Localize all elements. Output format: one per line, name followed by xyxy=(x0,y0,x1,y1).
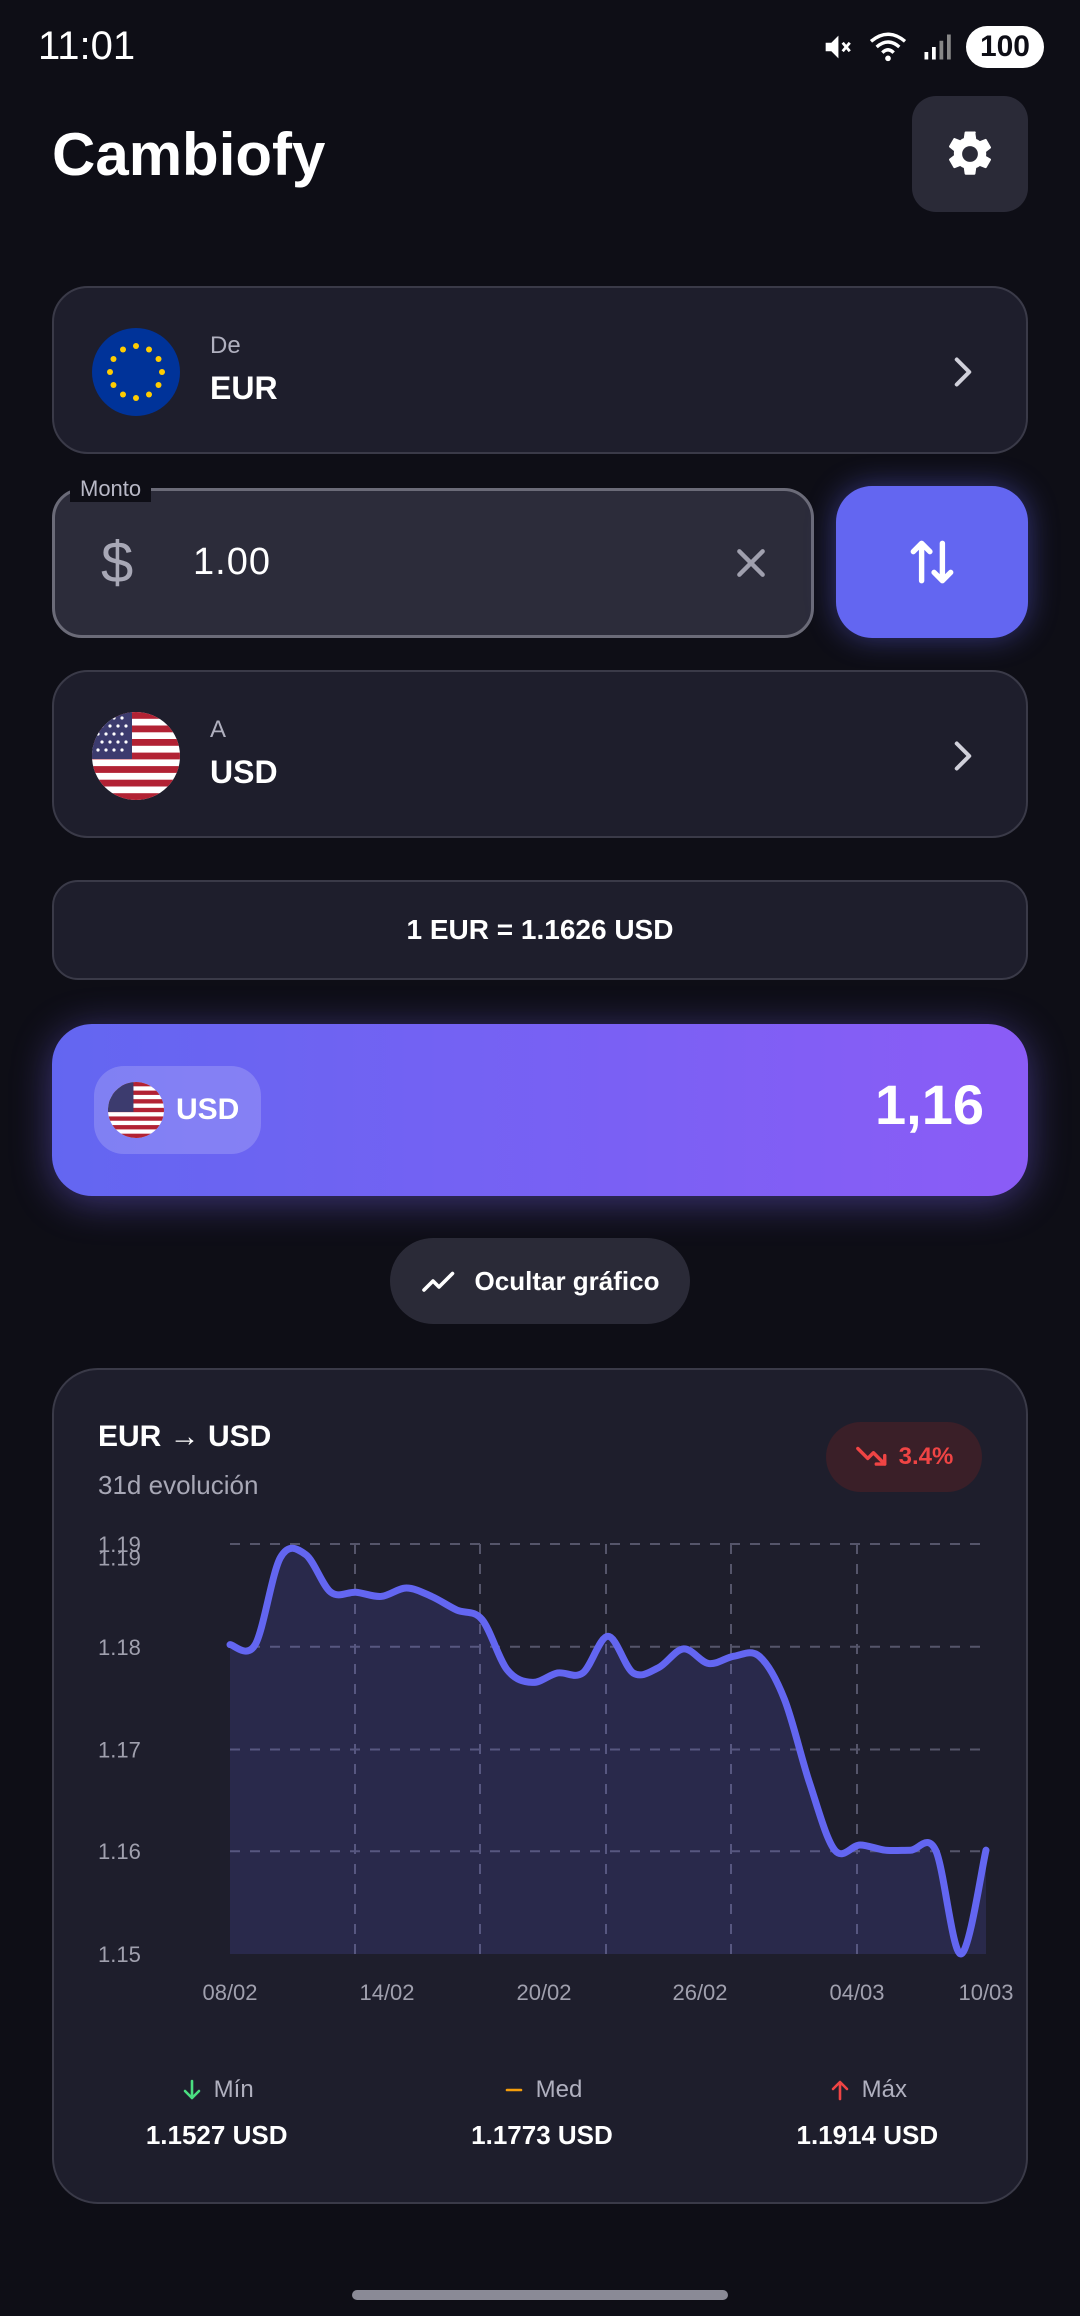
result-currency-code: USD xyxy=(176,1093,240,1126)
x-tick-label: 04/03 xyxy=(829,1980,884,2005)
gear-icon xyxy=(949,131,992,175)
y-tick-label: 1.19 xyxy=(98,1546,141,1571)
chart-stats: Mín 1.1527 USD Med 1.1773 USD Máx 1.1914… xyxy=(54,2070,1030,2170)
stat-max-label: Máx xyxy=(861,2076,907,2103)
hide-chart-label: Ocultar gráfico xyxy=(474,1265,660,1296)
dollar-icon: $ xyxy=(101,530,134,595)
clear-icon[interactable] xyxy=(731,543,771,583)
amount-label: Monto xyxy=(70,476,152,502)
stat-min-label: Mín xyxy=(213,2076,254,2103)
y-tick-label: 1.18 xyxy=(98,1635,141,1660)
result-currency-chip: USD xyxy=(94,1066,262,1154)
chevron-right-icon xyxy=(954,357,972,387)
swap-vertical-icon xyxy=(910,540,954,584)
us-flag-icon xyxy=(108,1082,164,1138)
conversion-result-card: USD 1,16 xyxy=(52,1024,1028,1196)
x-tick-label: 26/02 xyxy=(672,1980,727,2005)
us-flag-icon xyxy=(92,712,180,800)
from-currency-selector[interactable]: De EUR xyxy=(52,286,1028,454)
status-time: 11:01 xyxy=(38,24,136,68)
y-tick-label: 1.16 xyxy=(98,1839,141,1864)
mute-icon xyxy=(825,35,851,59)
stat-max: Máx 1.1914 USD xyxy=(705,2070,1030,2170)
battery-indicator: 100 xyxy=(965,26,1044,68)
from-label: De xyxy=(210,332,241,359)
chevron-right-icon xyxy=(954,741,972,771)
exchange-rate-display: 1 EUR = 1.1626 USD xyxy=(52,880,1028,980)
exchange-rate-chart: 1.151.161.171.181.191.1908/02 14/02 20/02 2… xyxy=(98,1532,1014,2005)
x-tick-label: 20/02 xyxy=(516,1980,571,2005)
y-tick-label: 1.17 xyxy=(98,1738,141,1763)
wifi-icon xyxy=(869,32,907,62)
stat-min-value: 1.1527 USD xyxy=(145,2120,288,2150)
stat-min: Mín 1.1527 USD xyxy=(54,2070,379,2170)
chart-area-fill xyxy=(230,1548,986,1954)
arrow-down-icon xyxy=(183,2079,200,2100)
amount-value[interactable]: 1.00 xyxy=(193,541,271,584)
y-tick-label: 1.15 xyxy=(98,1942,141,1967)
from-code: EUR xyxy=(210,370,278,406)
hide-chart-button[interactable]: Ocultar gráfico xyxy=(390,1238,690,1324)
status-icons: 100 xyxy=(820,26,1044,68)
home-indicator[interactable] xyxy=(352,2290,728,2300)
swap-currencies-button[interactable] xyxy=(836,486,1028,638)
result-value: 1,16 xyxy=(875,1073,984,1136)
settings-button[interactable] xyxy=(912,96,1028,212)
exchange-rate-text: 1 EUR = 1.1626 USD xyxy=(406,914,674,945)
to-code: USD xyxy=(210,754,278,790)
trending-line-icon xyxy=(421,1271,454,1292)
status-bar: 11:01 100 xyxy=(0,0,1080,96)
dash-icon xyxy=(505,2088,522,2092)
eu-flag-icon xyxy=(92,328,180,416)
to-currency-selector[interactable]: A USD xyxy=(52,670,1028,838)
to-label: A xyxy=(210,716,227,743)
app-title: Cambiofy xyxy=(52,121,326,188)
arrow-up-icon xyxy=(831,2080,848,2101)
amount-input[interactable]: $ 1.00 xyxy=(52,488,814,638)
x-tick-label: 14/02 xyxy=(359,1980,414,2005)
chart-card: EUR → USD 31d evolución 3.4% 1.15 1.16 1.1… xyxy=(52,1368,1028,2204)
signal-icon xyxy=(924,34,951,60)
stat-avg: Med 1.1773 USD xyxy=(379,2070,704,2170)
x-tick-label: 08/02 xyxy=(202,1980,257,2005)
stat-max-value: 1.1914 USD xyxy=(796,2120,939,2150)
stat-avg-label: Med xyxy=(535,2076,583,2103)
x-tick-label: 10/03 xyxy=(958,1980,1013,2005)
stat-avg-value: 1.1773 USD xyxy=(471,2120,613,2150)
